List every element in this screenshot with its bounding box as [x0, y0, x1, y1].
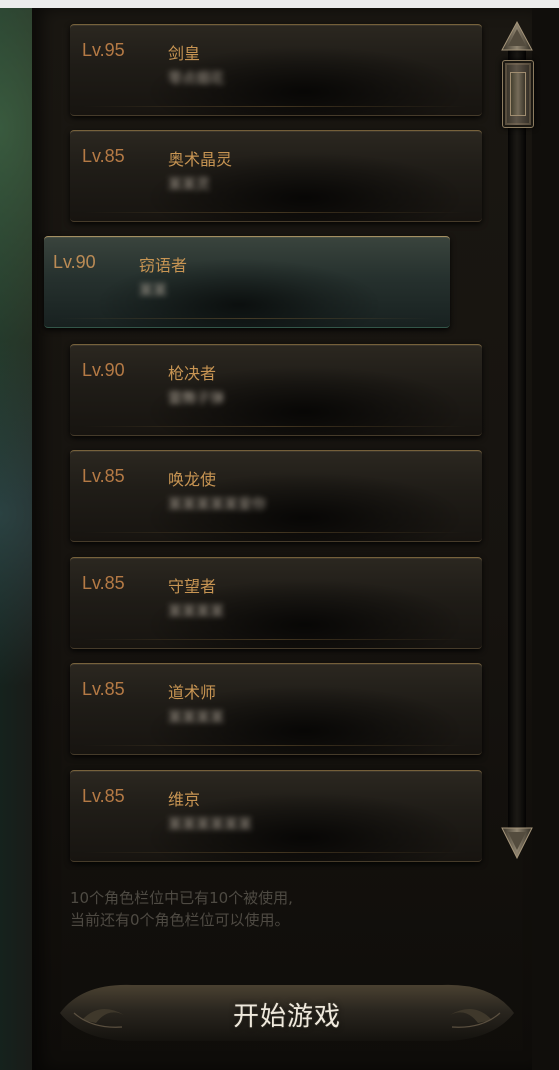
- character-name: 某某某某: [168, 604, 224, 620]
- character-name: 雷舞子弹: [168, 391, 224, 407]
- character-card-5[interactable]: Lv.85 唤龙使 某某某某某爱你: [70, 450, 482, 542]
- character-card-7[interactable]: Lv.85 道术师 某某某某: [70, 663, 482, 755]
- slot-usage-line-1: 10个角色栏位中已有10个被使用,: [70, 889, 293, 907]
- character-class: 维京: [168, 790, 201, 809]
- character-class: 窃语者: [139, 256, 188, 275]
- character-card-8[interactable]: Lv.85 维京 某某某某某某: [70, 770, 482, 862]
- character-level: Lv.90: [53, 252, 96, 272]
- character-level: Lv.95: [82, 40, 125, 60]
- character-card-1[interactable]: Lv.95 剑皇 零点烟花: [70, 24, 482, 116]
- character-class: 剑皇: [168, 44, 201, 63]
- character-class: 唤龙使: [168, 470, 217, 489]
- character-class: 枪决者: [168, 364, 217, 383]
- character-card-6[interactable]: Lv.85 守望者 某某某某: [70, 557, 482, 649]
- scrollbar-track[interactable]: [508, 50, 526, 830]
- character-level: Lv.85: [82, 679, 125, 699]
- character-class: 奥术晶灵: [168, 150, 233, 169]
- character-class: 道术师: [168, 683, 217, 702]
- arrow-up-icon[interactable]: [500, 20, 534, 52]
- character-select-screen: Lv.95 剑皇 零点烟花 Lv.85 奥术晶灵 某某灵 Lv.90 窃语者 某…: [0, 0, 559, 1070]
- character-list-scrollbar[interactable]: [500, 20, 536, 862]
- character-card-4[interactable]: Lv.90 枪决者 雷舞子弹: [70, 344, 482, 436]
- character-level: Lv.85: [82, 466, 125, 486]
- scrollbar-thumb-grip: [510, 72, 526, 116]
- scrollbar-thumb[interactable]: [502, 60, 534, 128]
- character-name: 某某某某某爱你: [168, 497, 266, 513]
- character-name: 某某某某: [168, 710, 224, 726]
- arrow-down-icon[interactable]: [500, 826, 534, 860]
- character-name: 某某某某某某: [168, 817, 252, 833]
- character-level: Lv.85: [82, 573, 125, 593]
- character-name: 零点烟花: [168, 71, 224, 87]
- start-game-label: 开始游戏: [232, 1002, 341, 1032]
- character-list: Lv.95 剑皇 零点烟花 Lv.85 奥术晶灵 某某灵 Lv.90 窃语者 某…: [0, 0, 559, 870]
- character-name: 某某: [139, 283, 167, 299]
- slot-usage-line-2: 当前还有0个角色栏位可以使用。: [70, 911, 290, 929]
- slot-usage-info: 10个角色栏位中已有10个被使用, 当前还有0个角色栏位可以使用。: [70, 887, 490, 931]
- character-level: Lv.85: [82, 786, 125, 806]
- character-level: Lv.90: [82, 360, 125, 380]
- character-name: 某某灵: [168, 177, 210, 193]
- character-level: Lv.85: [82, 146, 125, 166]
- start-game-button[interactable]: 开始游戏: [52, 975, 522, 1047]
- character-class: 守望者: [168, 577, 217, 596]
- character-card-3-selected[interactable]: Lv.90 窃语者 某某: [44, 236, 450, 328]
- character-card-2[interactable]: Lv.85 奥术晶灵 某某灵: [70, 130, 482, 222]
